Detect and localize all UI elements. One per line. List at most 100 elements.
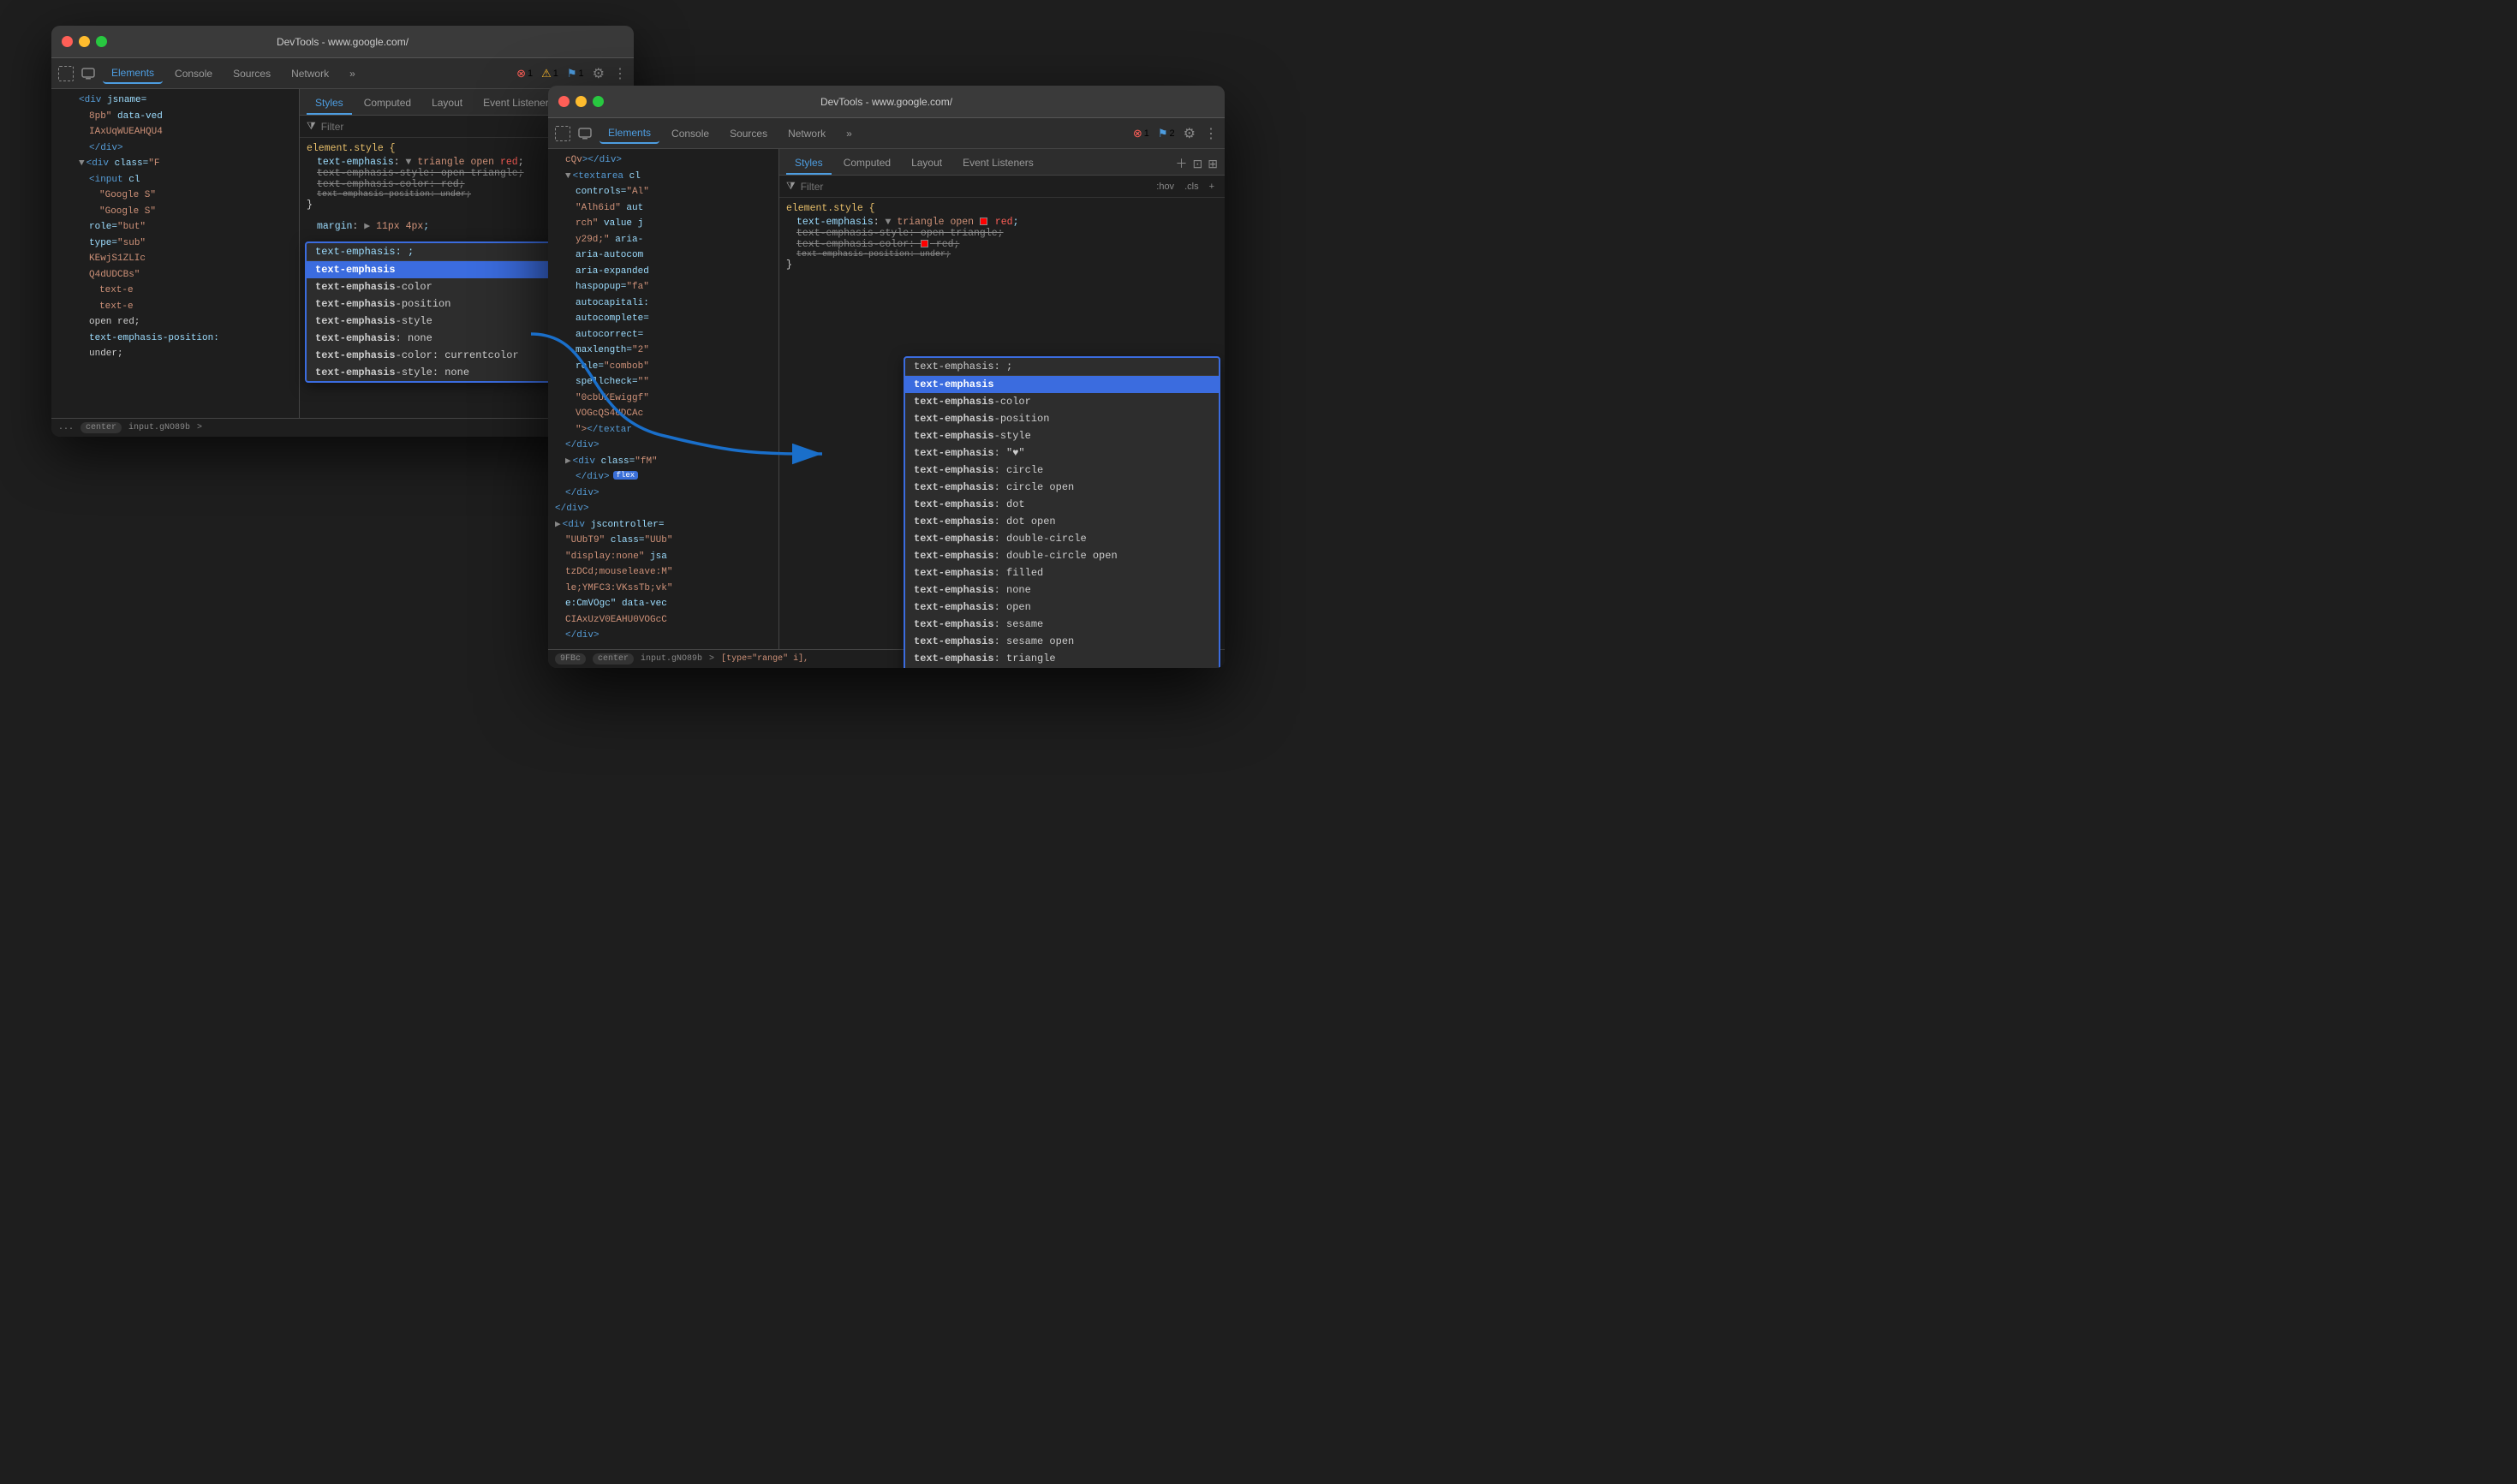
html-line: text-emphasis-position: [53, 331, 297, 347]
filter-cls-front[interactable]: .cls [1181, 181, 1202, 193]
autocomplete-item-13-front[interactable]: text-emphasis: open [905, 599, 1219, 616]
title-bar-front: DevTools - www.google.com/ [548, 86, 1225, 118]
settings-icon-back[interactable]: ⚙ [593, 65, 605, 82]
html-line: autocorrect= [550, 327, 777, 343]
html-line: role="combob" [550, 359, 777, 375]
autocomplete-text-front: text-emphasis: ; [914, 361, 1012, 372]
tab-sources-front[interactable]: Sources [721, 124, 776, 143]
close-button-back[interactable] [62, 36, 73, 47]
device-icon-front[interactable] [577, 126, 593, 141]
tab-styles-back[interactable]: Styles [307, 92, 352, 115]
autocomplete-item-10-front[interactable]: text-emphasis: double-circle open [905, 547, 1219, 564]
autocomplete-item-6-front[interactable]: text-emphasis: circle open [905, 479, 1219, 496]
filter-input-front[interactable] [801, 181, 1148, 193]
status-type-range: [type="range" i], [721, 654, 808, 664]
autocomplete-item-9-front[interactable]: text-emphasis: double-circle [905, 530, 1219, 547]
traffic-lights-back [62, 36, 107, 47]
html-line: e:CmVOgc" data-vec [550, 596, 777, 612]
html-line: </div>flex [550, 469, 777, 486]
autocomplete-item-12-front[interactable]: text-emphasis: none [905, 581, 1219, 599]
info-badge-front: ⚑ 2 [1158, 127, 1175, 140]
inspect-icon-front[interactable] [555, 126, 570, 141]
status-selector-back[interactable]: input.gNO89b [128, 423, 190, 432]
tab-layout-front[interactable]: Layout [903, 152, 951, 175]
tab-eventlisteners-front[interactable]: Event Listeners [954, 152, 1042, 175]
more-options-icon[interactable]: ⊞ [1208, 157, 1218, 171]
tab-elements-back[interactable]: Elements [103, 63, 163, 84]
status-selector-front[interactable]: input.gNO89b [641, 654, 702, 664]
css-brace-front: } [786, 259, 1218, 271]
element-style-label-front: element.style { [786, 203, 1218, 214]
html-line: "0cbUKEwiggf" [550, 390, 777, 407]
styles-panel-icons: ＋ ⊡ ⊞ [1176, 152, 1218, 175]
html-line: tzDCd;mouseleave:M" [550, 564, 777, 581]
filter-icon-front: ⧩ [786, 180, 796, 193]
more-icon-back[interactable]: ⋮ [613, 65, 627, 82]
html-line: aria-expanded [550, 264, 777, 280]
autocomplete-item-5-front[interactable]: text-emphasis: circle [905, 462, 1219, 479]
autocomplete-item-0-front[interactable]: text-emphasis [905, 376, 1219, 393]
html-line: text-e [53, 283, 297, 299]
tab-more-back[interactable]: » [341, 64, 364, 83]
autocomplete-input-row-front[interactable]: text-emphasis: ; [905, 358, 1219, 376]
minimize-button-back[interactable] [79, 36, 90, 47]
html-line: cQv></div> [550, 152, 777, 169]
maximize-button-back[interactable] [96, 36, 107, 47]
tab-console-front[interactable]: Console [663, 124, 718, 143]
html-line: CIAxUzV0EAHU0VOGcC [550, 612, 777, 629]
tab-bar-icons-front: ⊗ 1 ⚑ 2 ⚙ ⋮ [1133, 125, 1218, 142]
add-style-icon[interactable]: ＋ [1176, 155, 1188, 172]
html-line: "UUbT9" class="UUb" [550, 533, 777, 549]
html-line: role="but" [53, 219, 297, 235]
tab-bar-back: Elements Console Sources Network » ⊗ 1 ⚠… [51, 58, 634, 89]
html-line: </div> [550, 486, 777, 502]
autocomplete-item-11-front[interactable]: text-emphasis: filled [905, 564, 1219, 581]
color-swatch-red[interactable] [980, 218, 987, 225]
autocomplete-item-2-front[interactable]: text-emphasis-position [905, 410, 1219, 427]
css-text-emphasis-front[interactable]: text-emphasis: ▼ triangle open red; [786, 217, 1218, 228]
filter-input-back[interactable] [321, 121, 558, 133]
tab-computed-back[interactable]: Computed [355, 92, 420, 115]
tab-layout-back[interactable]: Layout [423, 92, 471, 115]
settings-icon-front[interactable]: ⚙ [1184, 125, 1196, 142]
maximize-button-front[interactable] [593, 96, 604, 107]
tab-elements-front[interactable]: Elements [599, 123, 659, 144]
status-9fbc-front: 9FBc [555, 653, 586, 665]
inspect-icon-back[interactable] [58, 66, 74, 81]
autocomplete-item-1-front[interactable]: text-emphasis-color [905, 393, 1219, 410]
filter-hov-front[interactable]: :hov [1153, 181, 1178, 193]
styles-tabs-front: Styles Computed Layout Event Listeners ＋… [779, 149, 1225, 176]
tab-console-back[interactable]: Console [166, 64, 221, 83]
html-line: spellcheck="" [550, 374, 777, 390]
tab-more-front[interactable]: » [838, 124, 861, 143]
tab-network-front[interactable]: Network [779, 124, 834, 143]
tab-styles-front[interactable]: Styles [786, 152, 832, 175]
tab-network-back[interactable]: Network [283, 64, 337, 83]
toggle-sidebar-icon[interactable]: ⊡ [1193, 157, 1203, 171]
html-line: "Alh6id" aut [550, 200, 777, 217]
filter-plus-front[interactable]: + [1206, 181, 1218, 193]
info-badge-back: ⚑ 1 [567, 67, 584, 80]
html-line: open red; [53, 314, 297, 331]
close-button-front[interactable] [558, 96, 570, 107]
autocomplete-item-14-front[interactable]: text-emphasis: sesame [905, 616, 1219, 633]
device-icon-back[interactable] [81, 66, 96, 81]
status-dots-back: ... [58, 423, 74, 432]
autocomplete-item-4-front[interactable]: text-emphasis: "♥" [905, 444, 1219, 462]
status-arrow-back: > [197, 423, 202, 432]
html-line: ▼<div class="F [53, 156, 297, 172]
autocomplete-text-back: text-emphasis: ; [315, 246, 414, 258]
html-line: </div> [550, 501, 777, 517]
error-badge-back: ⊗ 1 [516, 67, 533, 80]
filter-bar-front: ⧩ :hov .cls + [779, 176, 1225, 198]
autocomplete-item-3-front[interactable]: text-emphasis-style [905, 427, 1219, 444]
autocomplete-item-8-front[interactable]: text-emphasis: dot open [905, 513, 1219, 530]
html-line: VOGcQS4UDCAc [550, 406, 777, 422]
status-arrow-front: > [709, 654, 714, 664]
tab-computed-front[interactable]: Computed [835, 152, 899, 175]
autocomplete-item-15-front[interactable]: text-emphasis: sesame open [905, 633, 1219, 649]
more-icon-front[interactable]: ⋮ [1204, 125, 1218, 142]
minimize-button-front[interactable] [576, 96, 587, 107]
tab-sources-back[interactable]: Sources [224, 64, 279, 83]
autocomplete-item-7-front[interactable]: text-emphasis: dot [905, 496, 1219, 513]
